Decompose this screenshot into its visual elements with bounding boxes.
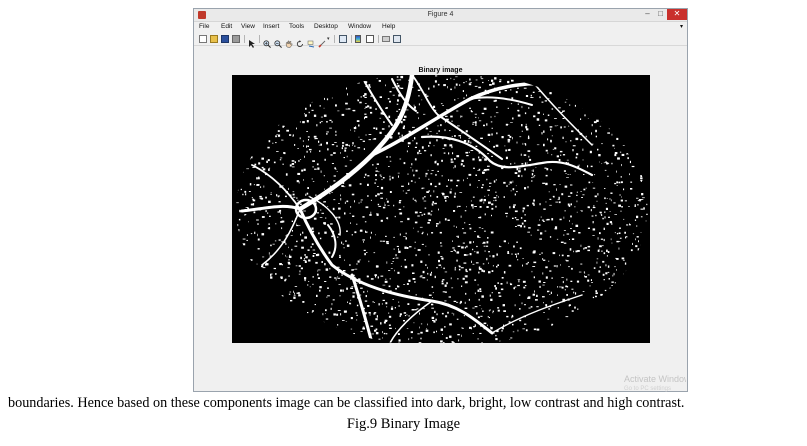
menu-view[interactable]: View <box>241 23 255 30</box>
maximize-button[interactable]: □ <box>654 9 667 20</box>
toolbar-separator <box>259 35 260 43</box>
toolbar-separator <box>334 35 335 43</box>
pan-icon[interactable] <box>285 35 293 48</box>
figure-window: Figure 4 – □ ✕ File Edit View Insert Too… <box>193 8 688 392</box>
plot-title: Binary image <box>418 67 463 74</box>
edit-plot-arrow-icon[interactable] <box>248 35 256 48</box>
toolbar-separator <box>351 35 352 43</box>
close-button[interactable]: ✕ <box>667 9 687 20</box>
menu-desktop[interactable]: Desktop <box>314 23 338 30</box>
save-icon[interactable] <box>221 35 229 43</box>
zoom-in-icon[interactable] <box>263 35 271 48</box>
brush-icon[interactable] <box>318 35 326 48</box>
binary-retina-image <box>236 75 648 343</box>
menu-bar: File Edit View Insert Tools Desktop Wind… <box>194 22 687 33</box>
figure-caption: Fig.9 Binary Image <box>346 416 461 432</box>
menu-tools[interactable]: Tools <box>289 23 304 30</box>
data-cursor-icon[interactable] <box>307 35 315 48</box>
menu-window[interactable]: Window <box>348 23 371 30</box>
toolbar-separator <box>378 35 379 43</box>
print-icon[interactable] <box>232 35 240 43</box>
menu-overflow-arrow[interactable]: ▾ <box>680 23 683 30</box>
open-file-icon[interactable] <box>210 35 218 43</box>
title-bar[interactable]: Figure 4 – □ ✕ <box>194 9 687 22</box>
watermark-line1: Activate Windows <box>624 374 686 384</box>
new-figure-icon[interactable] <box>199 35 207 43</box>
binary-image-axes[interactable] <box>232 75 650 343</box>
vessel-tree <box>240 75 594 343</box>
document-paragraph: boundaries. Hence based on these compone… <box>8 395 685 411</box>
hide-plot-tools-icon[interactable] <box>382 36 390 42</box>
figure-toolbar: ▾ <box>194 33 687 48</box>
watermark-line2: Go to PC settings <box>624 386 672 392</box>
show-plot-tools-icon[interactable] <box>393 35 401 43</box>
link-plot-icon[interactable] <box>339 35 347 43</box>
menu-edit[interactable]: Edit <box>221 23 232 30</box>
insert-colorbar-icon[interactable] <box>355 35 361 43</box>
activate-windows-watermark: Activate Windows Go to PC settings <box>624 374 686 394</box>
zoom-out-icon[interactable] <box>274 35 282 48</box>
menu-file[interactable]: File <box>199 23 209 30</box>
minimize-button[interactable]: – <box>641 9 654 20</box>
menu-insert[interactable]: Insert <box>263 23 279 30</box>
toolbar-separator <box>244 35 245 43</box>
insert-legend-icon[interactable] <box>366 35 374 43</box>
window-title: Figure 4 <box>427 11 454 18</box>
window-controls: – □ ✕ <box>641 9 687 21</box>
rotate-3d-icon[interactable] <box>296 35 304 48</box>
menu-help[interactable]: Help <box>382 23 395 30</box>
